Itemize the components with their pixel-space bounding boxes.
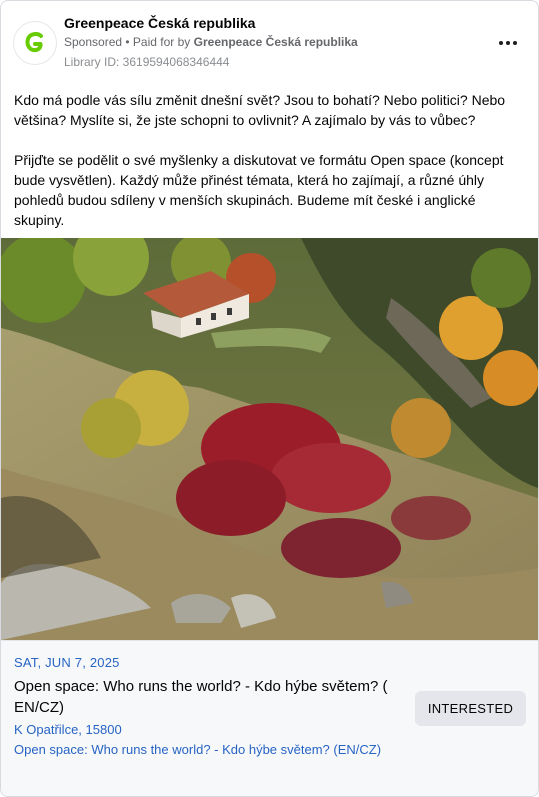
landscape-photo xyxy=(1,238,538,640)
event-link[interactable]: Open space: Who runs the world? - Kdo hý… xyxy=(14,742,381,757)
paid-for-by[interactable]: Greenpeace Česká republika xyxy=(194,35,358,49)
page-name[interactable]: Greenpeace Česká republika xyxy=(64,15,255,31)
body-paragraph: Kdo má podle vás sílu změnit dnešní svět… xyxy=(14,92,506,128)
event-details: SAT, JUN 7, 2025 Open space: Who runs th… xyxy=(1,640,538,796)
ad-card: Greenpeace Česká republika Sponsored • P… xyxy=(0,0,539,797)
sponsor-line: Sponsored • Paid for by Greenpeace Česká… xyxy=(64,35,358,49)
event-title[interactable]: Open space: Who runs the world? - Kdo hý… xyxy=(14,676,404,718)
event-date: SAT, JUN 7, 2025 xyxy=(14,655,120,670)
more-options-icon[interactable] xyxy=(494,33,522,53)
avatar[interactable] xyxy=(13,21,57,65)
library-id: Library ID: 3619594068346444 xyxy=(64,55,230,69)
ad-header: Greenpeace Česká republika Sponsored • P… xyxy=(13,13,528,71)
paid-for-prefix: • Paid for by xyxy=(125,35,191,49)
ad-body-text: Kdo má podle vás sílu změnit dnešní svět… xyxy=(14,90,529,250)
greenpeace-logo-icon xyxy=(25,32,43,53)
ad-image[interactable] xyxy=(1,238,538,640)
sponsored-label: Sponsored xyxy=(64,35,123,49)
body-paragraph: Přijďte se podělit o své myšlenky a disk… xyxy=(14,152,504,228)
event-location[interactable]: K Opatřilce, 15800 xyxy=(14,722,122,737)
interested-button[interactable]: INTERESTED xyxy=(415,691,526,726)
